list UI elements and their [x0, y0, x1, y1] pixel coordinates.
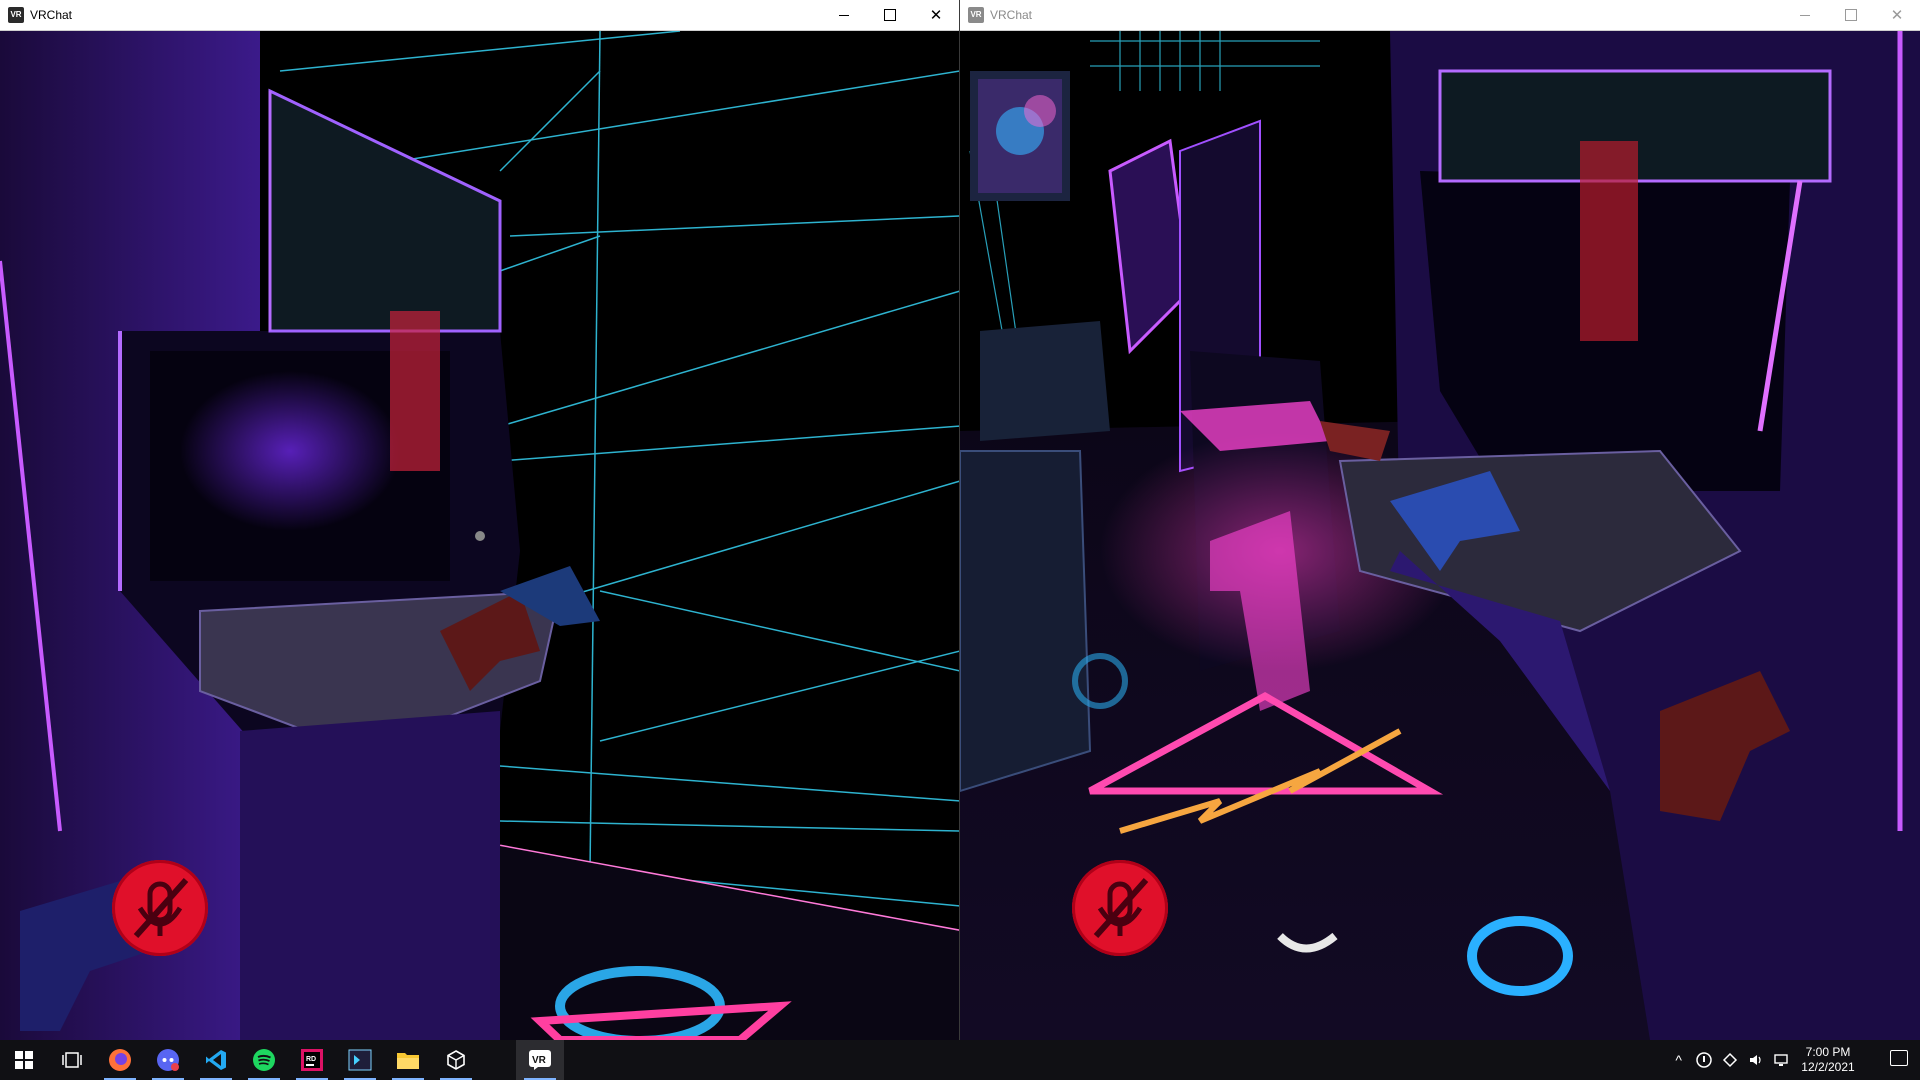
vrchat-app-icon: VR	[968, 7, 984, 23]
minimize-button[interactable]	[1782, 0, 1828, 30]
notification-center-icon[interactable]	[1890, 1050, 1908, 1066]
minimize-icon	[1800, 14, 1810, 16]
onedrive-icon[interactable]	[1696, 1052, 1712, 1068]
vrchat-app-icon: VR	[8, 7, 24, 23]
title-bar[interactable]: VR VRChat ✕	[0, 0, 959, 31]
vrchat-icon[interactable]: VR	[516, 1040, 564, 1080]
vrchat-window-left[interactable]: VR VRChat ✕	[0, 0, 960, 1040]
show-hidden-icons-icon[interactable]: ^	[1675, 1052, 1682, 1068]
task-view-icon[interactable]	[48, 1040, 96, 1080]
maximize-button[interactable]	[1828, 0, 1874, 30]
game-viewport[interactable]	[0, 31, 959, 1040]
window-title: VRChat	[990, 8, 1033, 22]
close-button[interactable]: ✕	[1874, 0, 1920, 30]
close-icon: ✕	[929, 7, 943, 24]
maximize-button[interactable]	[867, 0, 913, 30]
microphone-muted-icon	[112, 860, 208, 956]
close-button[interactable]: ✕	[913, 0, 959, 30]
network-icon[interactable]	[1774, 1052, 1790, 1068]
game-viewport[interactable]	[960, 31, 1920, 1040]
window-title: VRChat	[30, 8, 73, 22]
firefox-icon[interactable]	[96, 1040, 144, 1080]
rider-icon[interactable]: RD	[288, 1040, 336, 1080]
clock-date: 12/2/2021	[1801, 1060, 1855, 1074]
discord-icon[interactable]	[144, 1040, 192, 1080]
maximize-icon	[884, 9, 896, 21]
maximize-icon	[1845, 9, 1857, 21]
minimize-icon	[839, 14, 849, 16]
steamvr-tray-icon[interactable]	[1722, 1052, 1738, 1068]
spotify-icon[interactable]	[240, 1040, 288, 1080]
terminal-icon[interactable]	[336, 1040, 384, 1080]
system-clock[interactable]: 7:00 PM 12/2/2021	[1792, 1045, 1864, 1075]
svg-text:RD: RD	[306, 1056, 316, 1063]
taskbar: RD VR ^ 7:00 PM 12/2/2021	[0, 1040, 1920, 1080]
microphone-muted-icon	[1072, 860, 1168, 956]
close-icon: ✕	[1890, 7, 1904, 24]
minimize-button[interactable]	[821, 0, 867, 30]
svg-text:VR: VR	[532, 1055, 547, 1066]
unity-icon[interactable]	[432, 1040, 480, 1080]
vscode-icon[interactable]	[192, 1040, 240, 1080]
vrchat-window-right[interactable]: VR VRChat ✕	[960, 0, 1920, 1040]
clock-time: 7:00 PM	[1805, 1045, 1851, 1059]
desktop: VR VRChat ✕ VR VRChat ✕ RD VR ^ 7:00 PM …	[0, 0, 1920, 1080]
title-bar[interactable]: VR VRChat ✕	[960, 0, 1920, 31]
volume-icon[interactable]	[1748, 1052, 1764, 1068]
file-explorer-icon[interactable]	[384, 1040, 432, 1080]
system-tray: ^	[1675, 1040, 1790, 1080]
windows-start-icon[interactable]	[0, 1040, 48, 1080]
